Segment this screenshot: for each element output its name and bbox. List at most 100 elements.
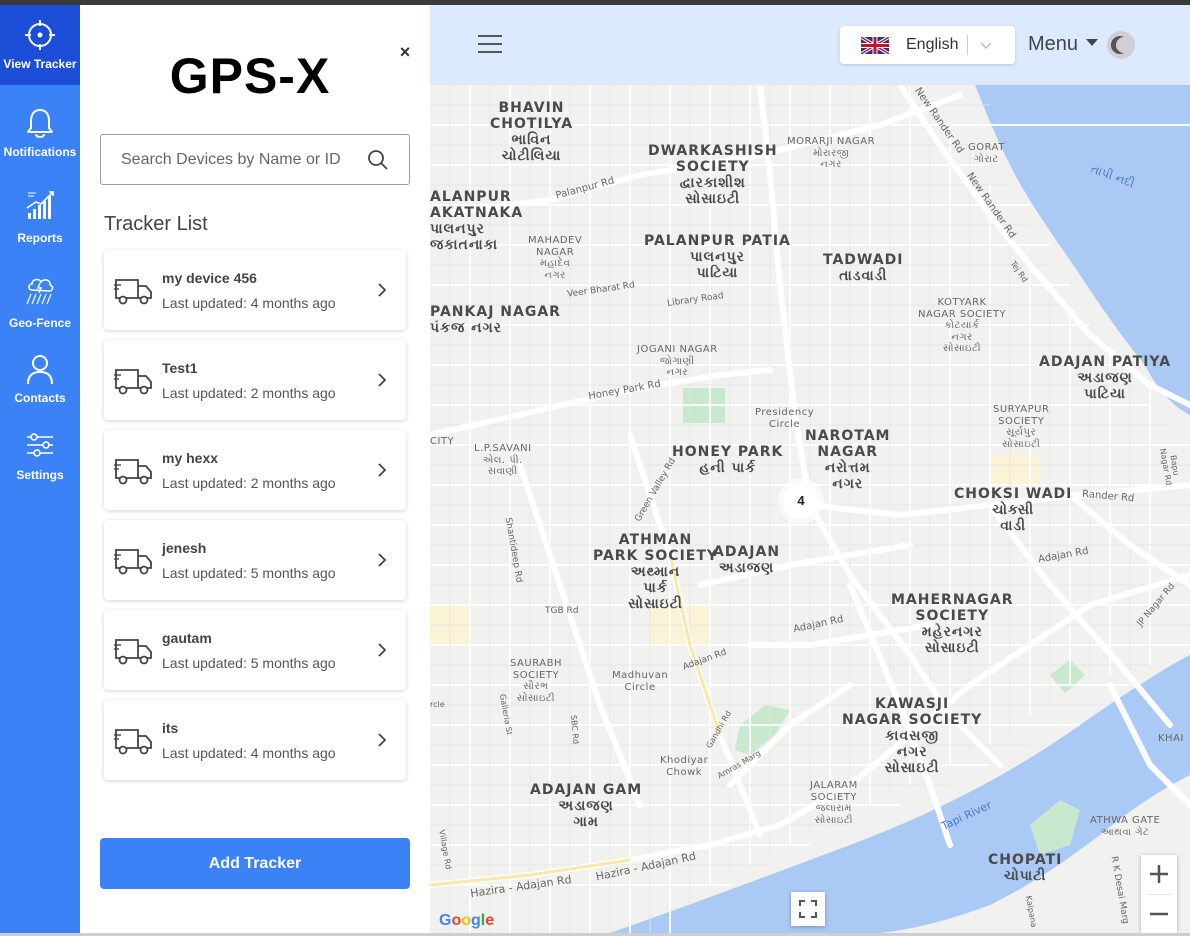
nav-geo-fence[interactable]: Geo-Fence [0, 260, 80, 340]
tracker-name: its [162, 720, 179, 736]
tracker-card[interactable]: jenesh Last updated: 5 months ago [104, 520, 406, 600]
menu-label: Menu [1028, 33, 1079, 55]
map-label: GORAT ગોરાટ [968, 142, 1005, 165]
google-logo-letter: o [451, 912, 462, 929]
map-label: ADAJAN અડાજણ [713, 544, 781, 577]
crosshair-icon [25, 20, 55, 50]
map-label: ATHWA GATE આથવા ગેટ [1090, 815, 1161, 838]
map-label: KOTYARK NAGAR SOCIETY કોટયાર્ક નગર સોસાઇ… [918, 297, 1007, 354]
map-label: ALANPUR AKATNAKA પાલનપુર જકાતનાકા [430, 189, 524, 254]
fullscreen-button[interactable] [791, 892, 825, 926]
tracker-last-updated: Last updated: 2 months ago [162, 475, 336, 491]
google-logo-letter: o [461, 912, 472, 929]
truck-icon [114, 369, 152, 395]
tracker-last-updated: Last updated: 5 months ago [162, 655, 336, 671]
nav-reports[interactable]: Reports [0, 175, 80, 255]
truck-icon [114, 639, 152, 665]
nav-label: Notifications [3, 145, 77, 159]
fullscreen-icon [799, 900, 817, 918]
google-logo: Google [439, 912, 494, 930]
tracker-last-updated: Last updated: 4 months ago [162, 295, 336, 311]
map-label: SAURABH SOCIETY સૌરભ સોસાઇટી [510, 658, 562, 704]
nav-label: Settings [16, 468, 64, 482]
tracker-name: Test1 [162, 360, 198, 376]
map-label: SURYAPUR SOCIETY સૂર્યપુર સોસાઇટી [993, 404, 1050, 450]
menu-dropdown[interactable]: Menu [1028, 33, 1098, 56]
map-label: JOGANI NAGAR જોગાણી નગર [637, 344, 718, 378]
hamburger-menu-icon[interactable] [478, 35, 502, 55]
geo-fence-icon [26, 278, 54, 305]
zoom-control [1141, 855, 1177, 933]
map-label: BHAVIN CHOTILYA ભાવિન ચોટીલિયા [490, 100, 574, 165]
map-view[interactable]: BHAVIN CHOTILYA ભાવિન ચોટીલિયા DWARKASHI… [430, 85, 1190, 933]
map-label: MORARJI NAGAR મોરારજી નગર [787, 136, 876, 170]
tracker-last-updated: Last updated: 4 months ago [162, 745, 336, 761]
chevron-right-icon [378, 553, 387, 567]
map-label: TADWADI તાડવાડી [823, 252, 904, 285]
google-logo-letter: G [439, 912, 452, 929]
map-label: CITY [430, 436, 455, 447]
nav-label: View Tracker [3, 57, 77, 71]
nav-label: Geo-Fence [8, 316, 71, 330]
device-search [100, 134, 410, 185]
device-cluster-marker[interactable]: 4 [783, 483, 819, 519]
language-label: English [906, 36, 959, 53]
add-tracker-button[interactable]: Add Tracker [100, 838, 410, 889]
tracker-card[interactable]: gautam Last updated: 5 months ago [104, 610, 406, 690]
map-label: DWARKASHISH SOCIETY દ્વારકાશીશ સોસાઇટી [648, 143, 778, 208]
search-icon[interactable] [367, 149, 389, 171]
nav-notifications[interactable]: Notifications [0, 93, 80, 173]
map-label: KHAI [1158, 733, 1184, 744]
map-label: HONEY PARK હની પાર્ક [672, 444, 784, 477]
sliders-icon [27, 433, 53, 457]
growth-chart-icon [26, 191, 54, 219]
map-label: ADAJAN GAM અડાજણ ગામ [530, 782, 643, 831]
tracker-name: gautam [162, 630, 212, 646]
chevron-right-icon [378, 373, 387, 387]
map-label: MAHERNAGAR SOCIETY મહેરનગર સોસાઇટી [891, 592, 1014, 657]
tracker-last-updated: Last updated: 2 months ago [162, 385, 336, 401]
chevron-right-icon [378, 463, 387, 477]
chevron-down-icon [980, 42, 992, 50]
nav-view-tracker[interactable]: View Tracker [0, 5, 80, 85]
map-label: CHOPATI ચોપાટી [988, 852, 1063, 885]
dark-mode-toggle[interactable] [1107, 31, 1135, 59]
tracker-card[interactable]: Test1 Last updated: 2 months ago [104, 340, 406, 420]
map-label: L.P.SAVANI એલ. પી. સવાણી [474, 443, 532, 477]
left-nav: View Tracker Notifications Reports Geo-F… [0, 5, 80, 933]
google-logo-text: Google [439, 912, 494, 929]
tracker-name: jenesh [162, 540, 207, 556]
language-select[interactable]: English [840, 26, 1015, 64]
nav-label: Reports [17, 231, 63, 245]
nav-settings[interactable]: Settings [0, 415, 80, 495]
tracker-name: my device 456 [162, 270, 257, 286]
moon-icon [1110, 36, 1124, 55]
chevron-right-icon [378, 283, 387, 297]
road-label: TGB Rd [545, 606, 579, 616]
tracker-card[interactable]: my hexx Last updated: 2 months ago [104, 430, 406, 510]
app-logo: GPS-X [169, 48, 331, 104]
tracker-card[interactable]: my device 456 Last updated: 4 months ago [104, 250, 406, 330]
tracker-last-updated: Last updated: 5 months ago [162, 565, 336, 581]
chevron-right-icon [378, 733, 387, 747]
plus-icon [1150, 865, 1168, 883]
tracker-card[interactable]: its Last updated: 4 months ago [104, 700, 406, 780]
zoom-in-button[interactable] [1141, 855, 1177, 893]
map-label: PALANPUR PATIA પાલનપુર પાટિયા [644, 233, 791, 282]
google-logo-letter: g [471, 912, 481, 929]
truck-icon [114, 549, 152, 575]
tracker-list-title: Tracker List [104, 213, 208, 235]
nav-contacts[interactable]: Contacts [0, 338, 80, 418]
map-label: NAROTAM NAGAR નરોત્તમ નગર [805, 428, 891, 493]
map-label: Madhuvan Circle [612, 670, 669, 693]
map-label: KAWASJI NAGAR SOCIETY કાવસજી નગર સોસાઇટી [842, 696, 983, 777]
zoom-out-button[interactable] [1141, 895, 1177, 933]
map-label: JALARAM SOCIETY જલારામ સોસાઇટી [810, 780, 858, 826]
map-label: Khodiyar Chowk [660, 755, 709, 778]
map-label: ATHMAN PARK SOCIETY અથ્માન પાર્ક સોસાઇટી [593, 532, 719, 613]
nav-label: Contacts [14, 391, 66, 405]
road-label: rcle [430, 700, 445, 709]
map-label: PANKAJ NAGAR પંકજ નગર [430, 304, 561, 337]
tracker-panel: × GPS-X Tracker List my device 456Last u… [80, 5, 430, 933]
search-input[interactable] [102, 136, 357, 183]
